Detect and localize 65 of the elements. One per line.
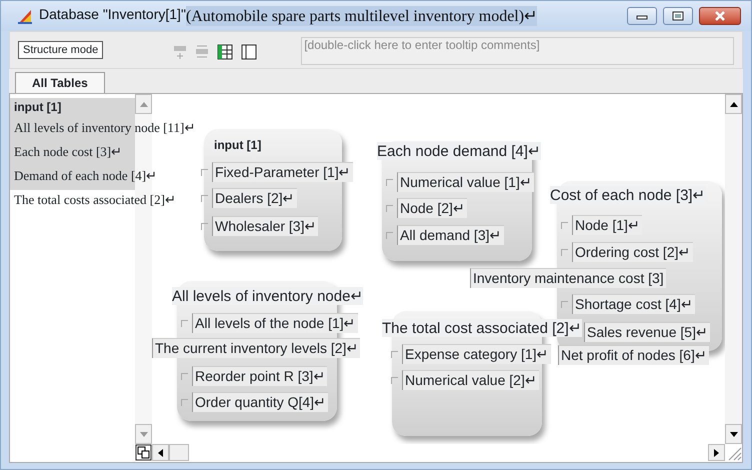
field-marker-icon bbox=[391, 377, 398, 384]
field-marker-icon bbox=[386, 205, 393, 212]
close-icon bbox=[714, 11, 726, 21]
table-list-item[interactable]: The total costs associated [2]↵ bbox=[10, 190, 180, 214]
field-label[interactable]: Node [2]↵ bbox=[397, 198, 467, 218]
field-marker-icon bbox=[201, 223, 208, 230]
field-marker-icon bbox=[181, 320, 188, 327]
field-label[interactable]: Expense category [1]↵ bbox=[402, 344, 551, 364]
up-arrow-icon bbox=[140, 102, 148, 106]
field-label[interactable]: Wholesaler [3]↵ bbox=[212, 216, 318, 236]
field-label[interactable]: Node [1]↵ bbox=[572, 215, 642, 235]
field-label[interactable]: All demand [3]↵ bbox=[397, 225, 504, 245]
field-label[interactable]: Reorder point R [3]↵ bbox=[192, 366, 328, 386]
down-arrow-icon bbox=[140, 432, 148, 436]
field-label[interactable]: Inventory maintenance cost [3] bbox=[470, 268, 666, 288]
field-marker-icon bbox=[561, 249, 568, 256]
split-view-icon[interactable] bbox=[135, 444, 152, 461]
down-arrow-icon bbox=[730, 432, 738, 436]
field-marker-icon bbox=[561, 301, 568, 308]
right-arrow-icon bbox=[714, 448, 719, 456]
grid-view-icon[interactable] bbox=[217, 44, 234, 60]
table-title: The total cost associated [2]↵ bbox=[382, 319, 582, 337]
field-marker-icon bbox=[201, 195, 208, 202]
single-view-icon[interactable] bbox=[241, 44, 258, 60]
field-marker-icon bbox=[386, 232, 393, 239]
table-list-item[interactable]: input [1] bbox=[10, 98, 135, 118]
table-title: Each node demand [4]↵ bbox=[377, 142, 541, 160]
field-label[interactable]: Ordering cost [2]↵ bbox=[572, 242, 692, 262]
up-arrow-icon bbox=[730, 102, 738, 106]
window-title: (Automobile spare parts multilevel inventory model)↵ bbox=[186, 6, 538, 26]
scroll-thumb[interactable] bbox=[169, 444, 189, 461]
window-title: Database "Inventory[1]" bbox=[39, 6, 186, 24]
field-label[interactable]: The current inventory levels [2]↵ bbox=[152, 338, 360, 358]
field-label[interactable]: Sales revenue [5]↵ bbox=[584, 322, 710, 342]
field-label[interactable]: Net profit of nodes [6]↵ bbox=[558, 345, 709, 365]
table-title: Cost of each node [3]↵ bbox=[550, 186, 706, 204]
field-label[interactable]: Order quantity Q[4]↵ bbox=[192, 392, 328, 412]
scroll-right-button[interactable] bbox=[708, 444, 725, 461]
table-title: All levels of inventory node↵ bbox=[172, 287, 364, 305]
scroll-left-button[interactable] bbox=[152, 444, 169, 461]
field-marker-icon bbox=[386, 179, 393, 186]
field-label[interactable]: Dealers [2]↵ bbox=[212, 188, 297, 208]
comment-field[interactable]: [double-click here to enter tooltip comments] bbox=[301, 37, 734, 65]
field-marker-icon bbox=[181, 399, 188, 406]
field-marker-icon bbox=[201, 169, 208, 176]
left-arrow-icon bbox=[158, 448, 163, 456]
field-label[interactable]: Shortage cost [4]↵ bbox=[572, 294, 695, 314]
field-marker-icon bbox=[181, 373, 188, 380]
field-marker-icon bbox=[391, 351, 398, 358]
app-logo-icon bbox=[17, 8, 33, 24]
field-label[interactable]: Numerical value [2]↵ bbox=[402, 370, 539, 390]
field-label[interactable]: Numerical value [1]↵ bbox=[397, 172, 534, 192]
field-marker-icon bbox=[561, 222, 568, 229]
scroll-down-button[interactable] bbox=[725, 424, 742, 444]
maximize-button[interactable] bbox=[663, 7, 693, 25]
field-label[interactable]: Fixed-Parameter [1]↵ bbox=[212, 162, 353, 182]
field-label[interactable]: All levels of the node [1]↵ bbox=[192, 313, 358, 333]
minimize-button[interactable] bbox=[627, 7, 657, 25]
table-title: input [1] bbox=[214, 138, 262, 152]
table-list-item[interactable]: Each node cost [3]↵ bbox=[10, 142, 135, 166]
maximize-icon bbox=[672, 11, 684, 21]
scroll-up-button[interactable] bbox=[725, 94, 742, 114]
close-button[interactable] bbox=[699, 7, 741, 25]
tab[interactable]: All Tables bbox=[15, 72, 105, 93]
mode-dropdown[interactable]: Structure mode bbox=[18, 41, 104, 59]
